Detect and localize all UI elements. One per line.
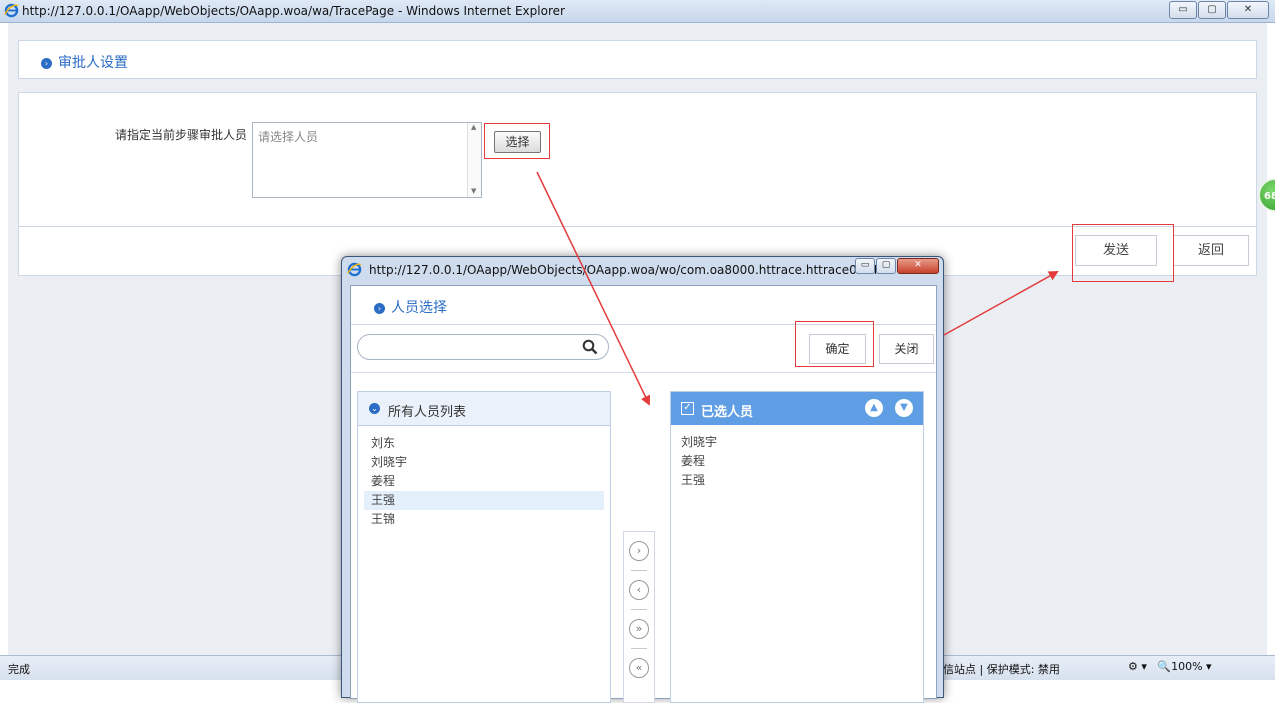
zoom-icon: 🔍 [1157, 660, 1172, 673]
list-item[interactable]: 刘晓宇 [364, 453, 604, 472]
all-persons-title: 所有人员列表 [388, 405, 467, 420]
all-persons-panel: ⌄ 所有人员列表 刘东 刘晓宇 姜程 王强 王锦 [357, 391, 611, 703]
list-item[interactable]: 王锦 [364, 510, 604, 529]
dialog-header-title: › 人员选择 [374, 297, 447, 317]
move-left-icon[interactable]: ‹ [629, 580, 649, 600]
back-button[interactable]: 返回 [1173, 235, 1249, 266]
chevron-right-icon: › [41, 57, 52, 69]
move-all-left-icon[interactable]: « [629, 658, 649, 678]
approver-placeholder: 请选择人员 [258, 130, 319, 144]
window-controls: ▭ ▢ ✕ [1168, 1, 1269, 19]
zoom-level: 100% [1171, 660, 1203, 673]
select-button[interactable]: 选择 [494, 131, 541, 153]
zone-settings-icon[interactable]: ⚙ ▾ [1128, 660, 1147, 673]
list-item-selected[interactable]: 王强 [364, 491, 604, 510]
ie-logo-icon [4, 3, 19, 18]
dialog-window-controls: ▭ ▢ ✕ [854, 258, 939, 274]
scrollbar[interactable]: ▲ ▼ [467, 123, 481, 197]
list-item[interactable]: 王强 [681, 471, 913, 490]
ie-logo-icon [347, 262, 362, 277]
dialog-title: http://127.0.0.1/OAapp/WebObjects/OAapp.… [369, 263, 889, 277]
approver-label: 请指定当前步骤审批人员 [115, 128, 248, 142]
all-persons-header: ⌄ 所有人员列表 [358, 392, 610, 426]
move-up-icon[interactable]: ▲ [865, 399, 883, 417]
scroll-down-icon[interactable]: ▼ [471, 187, 476, 195]
list-item[interactable]: 姜程 [364, 472, 604, 491]
annotation-box-send [1072, 224, 1174, 282]
selected-persons-panel: ✓ 已选人员 ▲ ▼ 刘晓宇 姜程 王强 [670, 391, 924, 703]
dialog-maximize-button[interactable]: ▢ [876, 258, 896, 274]
maximize-button[interactable]: ▢ [1198, 1, 1226, 19]
selected-persons-title: 已选人员 [701, 405, 754, 420]
dialog-close-window-button[interactable]: ✕ [897, 258, 939, 274]
section-title: › 审批人设置 [41, 52, 128, 72]
move-right-icon[interactable]: › [629, 541, 649, 561]
move-all-right-icon[interactable]: » [629, 619, 649, 639]
selected-persons-list: 刘晓宇 姜程 王强 [671, 425, 923, 498]
move-down-icon[interactable]: ▼ [895, 399, 913, 417]
dialog-header: › 人员选择 [351, 286, 936, 325]
chevron-down-icon: ⌄ [369, 403, 380, 414]
divider [351, 372, 936, 373]
all-persons-list: 刘东 刘晓宇 姜程 王强 王锦 [358, 426, 610, 537]
search-icon[interactable] [582, 339, 598, 355]
checkbox-icon: ✓ [681, 402, 694, 415]
annotation-box-confirm [795, 321, 874, 367]
list-item[interactable]: 刘晓宇 [681, 433, 913, 452]
transfer-controls: › ‹ » « [623, 531, 655, 703]
dialog-close-button[interactable]: 关闭 [879, 334, 934, 364]
browser-titlebar: http://127.0.0.1/OAapp/WebObjects/OAapp.… [0, 0, 1275, 23]
form-divider [19, 226, 1256, 227]
list-item[interactable]: 刘东 [364, 434, 604, 453]
browser-title: http://127.0.0.1/OAapp/WebObjects/OAapp.… [22, 4, 565, 18]
list-item[interactable]: 姜程 [681, 452, 913, 471]
section-header: › 审批人设置 [18, 40, 1257, 79]
dialog-minimize-button[interactable]: ▭ [855, 258, 875, 274]
zoom-control[interactable]: ⚙ ▾ 🔍100% ▾ [1128, 660, 1212, 673]
selected-persons-header: ✓ 已选人员 ▲ ▼ [671, 392, 923, 425]
close-window-button[interactable]: ✕ [1227, 1, 1269, 19]
security-zone: 信站点 | 保护模式: 禁用 [943, 663, 1060, 676]
chevron-right-icon: › [374, 302, 385, 314]
status-text: 完成 [8, 663, 30, 676]
scroll-up-icon[interactable]: ▲ [471, 123, 476, 131]
approver-textarea[interactable]: 请选择人员 ▲ ▼ [252, 122, 482, 198]
minimize-button[interactable]: ▭ [1169, 1, 1197, 19]
search-input[interactable] [357, 334, 609, 360]
